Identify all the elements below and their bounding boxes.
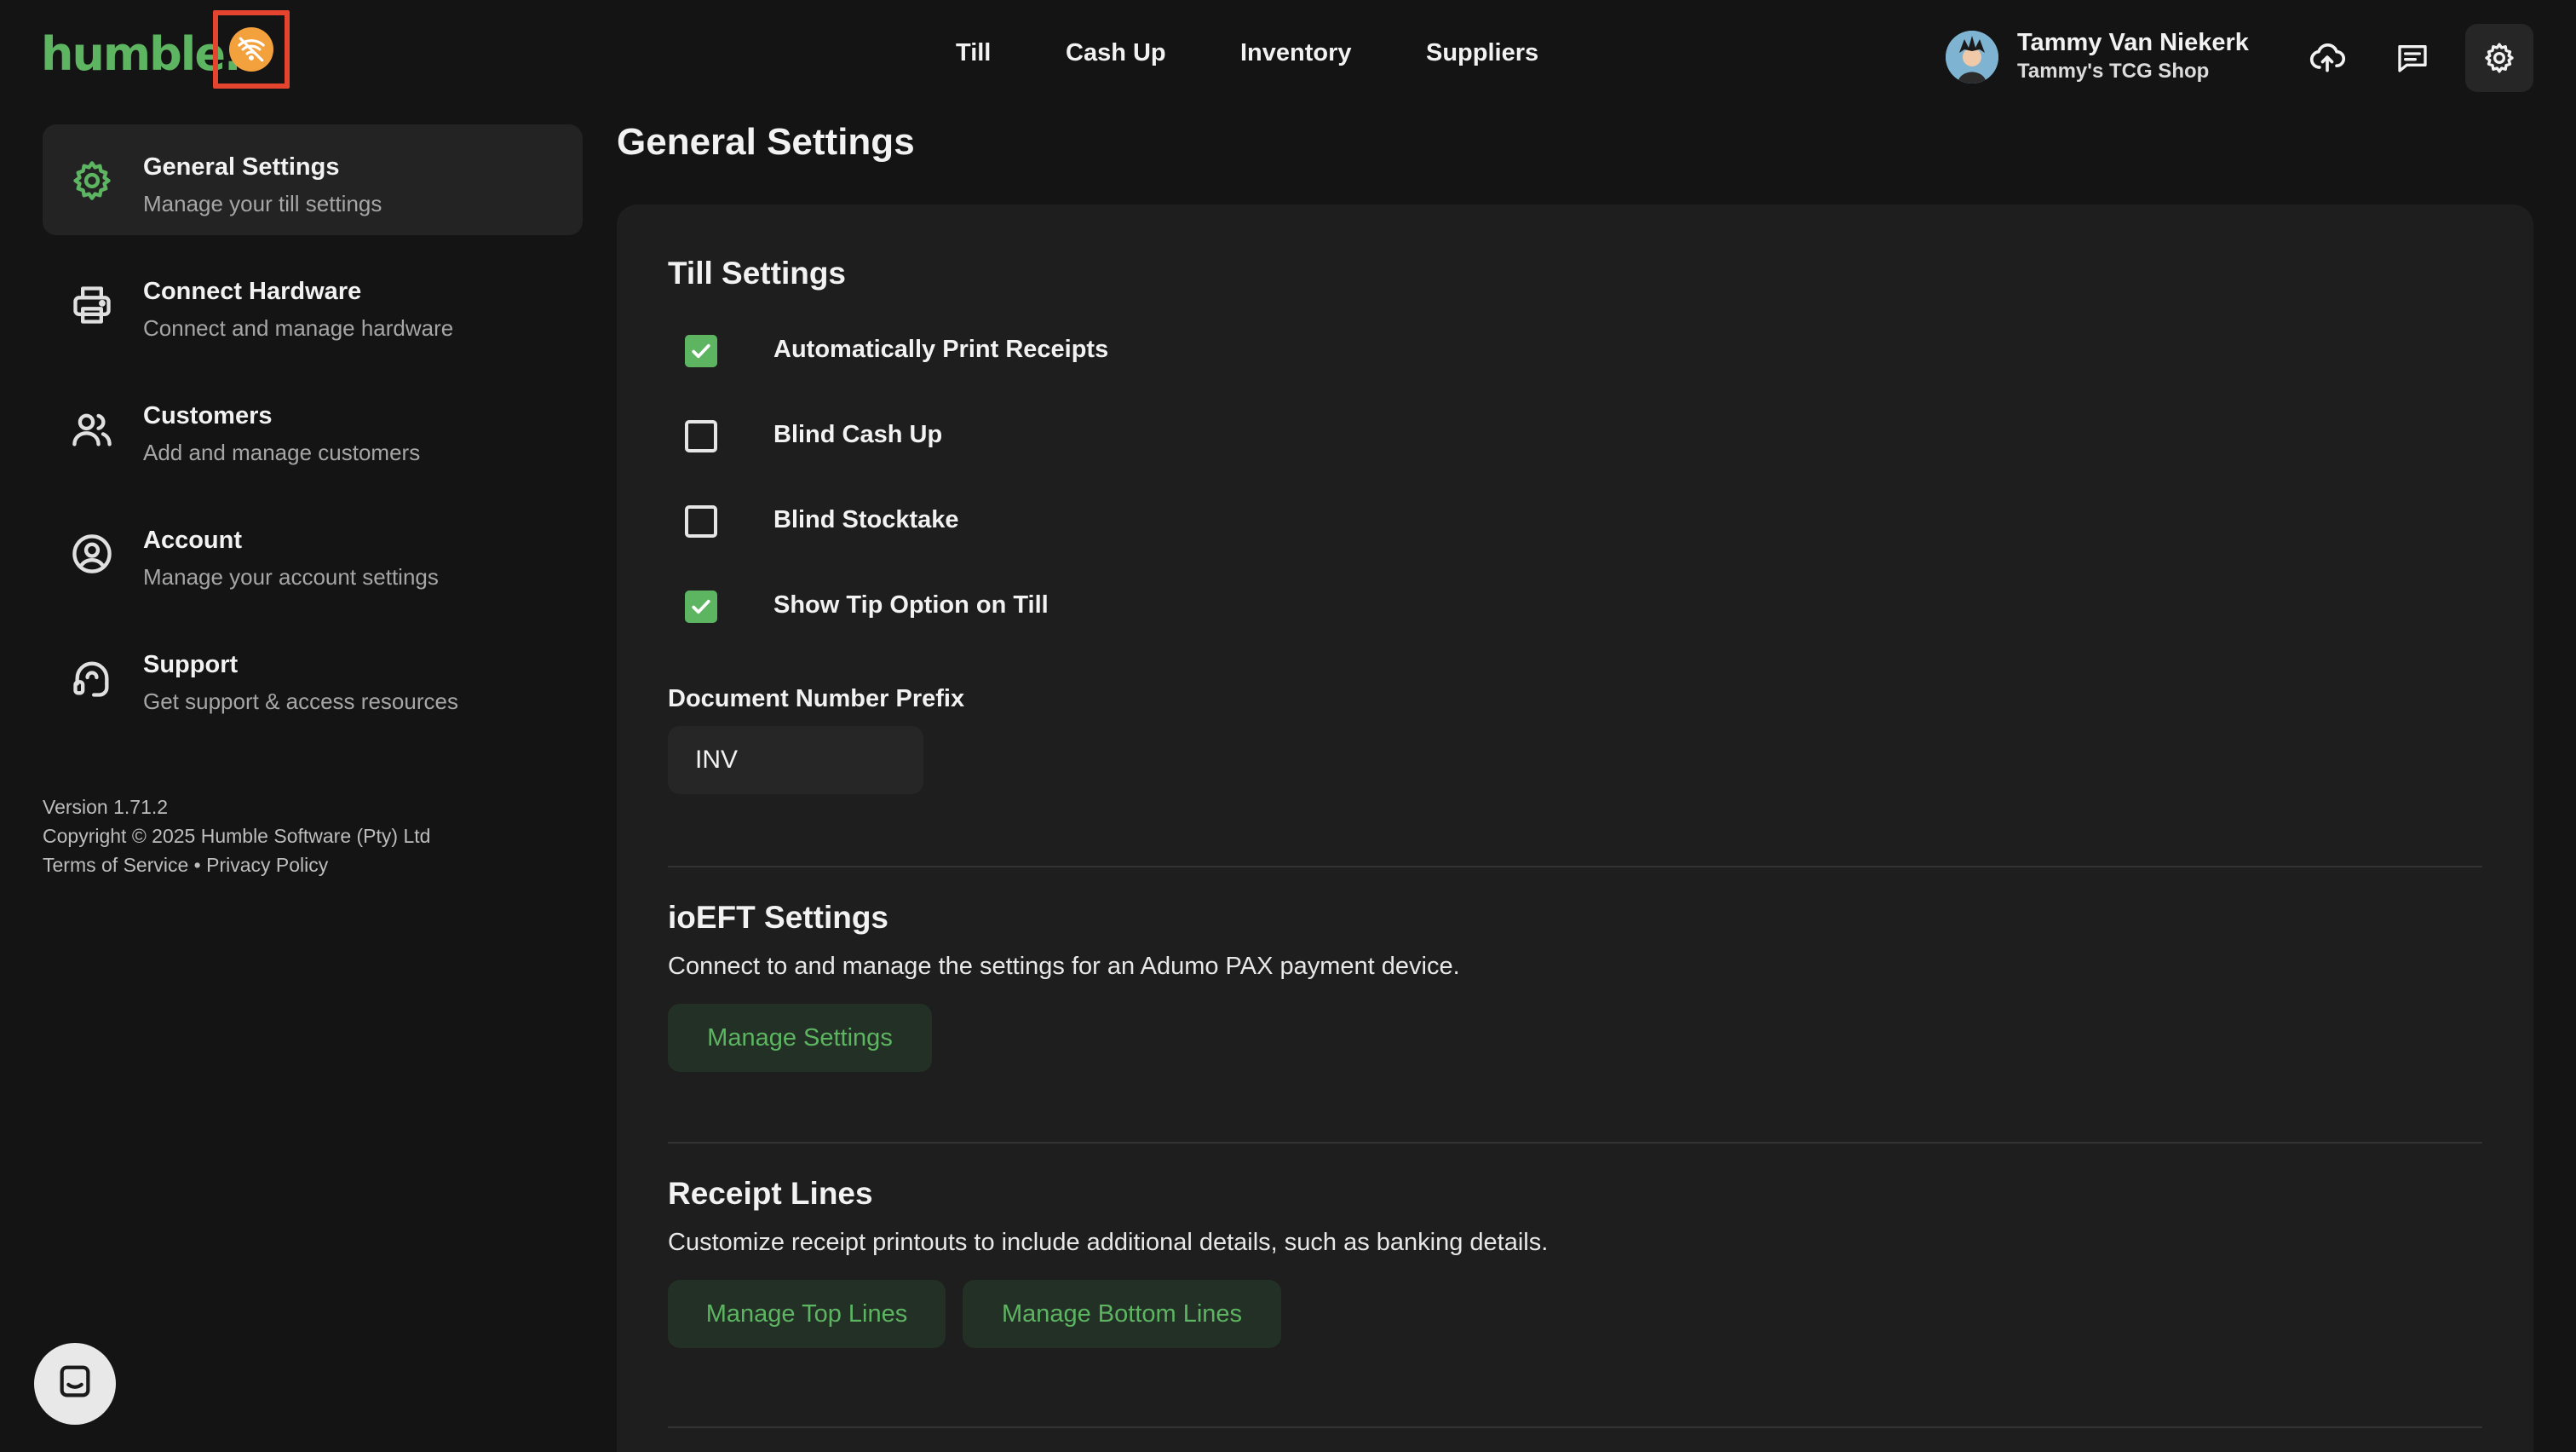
ioeft-settings-title: ioEFT Settings	[668, 900, 888, 935]
manage-bottom-lines-button[interactable]: Manage Bottom Lines	[963, 1280, 1281, 1348]
option-blind-cash-up[interactable]: Blind Cash Up	[685, 419, 942, 453]
version-text: Version 1.71.2	[43, 796, 169, 818]
sidebar-item-connect-hardware[interactable]: Connect Hardware Connect and manage hard…	[43, 249, 583, 360]
option-label: Blind Stocktake	[773, 506, 959, 533]
chat-icon	[55, 1363, 95, 1406]
user-circle-icon	[66, 528, 118, 579]
manage-top-lines-button[interactable]: Manage Top Lines	[668, 1280, 946, 1348]
checkbox-checked[interactable]	[685, 591, 717, 623]
nav-suppliers[interactable]: Suppliers	[1426, 39, 1538, 67]
avatar	[1946, 31, 1998, 84]
sidebar-item-general-settings[interactable]: General Settings Manage your till settin…	[43, 124, 583, 235]
sidebar-item-subtitle: Manage your account settings	[143, 564, 439, 590]
top-bar: humble. Till Cash Up Inventory Suppliers	[0, 0, 2576, 118]
option-label: Automatically Print Receipts	[773, 336, 1109, 363]
legal-links: Terms of Service • Privacy Policy	[43, 850, 430, 879]
sidebar-item-subtitle: Manage your till settings	[143, 191, 382, 216]
connection-status-indicator[interactable]	[213, 10, 290, 89]
option-label: Show Tip Option on Till	[773, 591, 1049, 619]
cloud-upload-icon[interactable]	[2300, 31, 2355, 85]
sidebar-item-title: Account	[143, 527, 242, 554]
sidebar-item-title: Customers	[143, 402, 273, 429]
option-auto-print-receipts[interactable]: Automatically Print Receipts	[685, 334, 1108, 368]
document-prefix-input[interactable]	[668, 726, 923, 794]
copyright-text: Copyright © 2025 Humble Software (Pty) L…	[43, 825, 431, 847]
ioeft-description: Connect to and manage the settings for a…	[668, 953, 1460, 980]
sidebar-item-title: General Settings	[143, 153, 340, 181]
nav-inventory[interactable]: Inventory	[1240, 39, 1352, 67]
sidebar-item-title: Connect Hardware	[143, 278, 362, 305]
checkbox-unchecked[interactable]	[685, 420, 717, 452]
terms-link[interactable]: Terms of Service	[43, 854, 188, 876]
prefix-field-label: Document Number Prefix	[668, 685, 965, 712]
printer-icon	[66, 279, 118, 331]
nav-cash-up[interactable]: Cash Up	[1066, 39, 1166, 67]
settings-card: Till Settings Automatically Print Receip…	[617, 205, 2533, 1452]
user-name: Tammy Van Niekerk	[2017, 29, 2249, 56]
section-divider	[668, 1426, 2482, 1428]
sidebar-item-subtitle: Add and manage customers	[143, 440, 421, 465]
privacy-link[interactable]: Privacy Policy	[206, 854, 328, 876]
option-show-tip[interactable]: Show Tip Option on Till	[685, 590, 1049, 624]
section-divider	[668, 1142, 2482, 1144]
sidebar-item-subtitle: Get support & access resources	[143, 689, 458, 714]
user-profile[interactable]: Tammy Van Niekerk Tammy's TCG Shop	[1946, 27, 2269, 87]
receipt-lines-description: Customize receipt printouts to include a…	[668, 1229, 1549, 1256]
manage-settings-button[interactable]: Manage Settings	[668, 1004, 932, 1072]
gear-icon	[66, 155, 118, 206]
message-icon[interactable]	[2385, 31, 2440, 85]
gear-icon[interactable]	[2465, 24, 2533, 92]
headset-icon	[66, 653, 118, 704]
wifi-off-icon	[229, 27, 273, 72]
settings-sidebar: General Settings Manage your till settin…	[0, 118, 613, 1452]
nav-till[interactable]: Till	[956, 39, 991, 67]
chat-launcher-button[interactable]	[34, 1343, 116, 1425]
receipt-lines-title: Receipt Lines	[668, 1176, 873, 1211]
checkbox-checked[interactable]	[685, 335, 717, 367]
user-shop: Tammy's TCG Shop	[2017, 60, 2210, 83]
sidebar-item-account[interactable]: Account Manage your account settings	[43, 498, 583, 608]
sidebar-item-support[interactable]: Support Get support & access resources	[43, 622, 583, 733]
option-label: Blind Cash Up	[773, 421, 943, 448]
section-divider	[668, 866, 2482, 867]
users-icon	[66, 404, 118, 455]
checkbox-unchecked[interactable]	[685, 505, 717, 538]
option-blind-stocktake[interactable]: Blind Stocktake	[685, 504, 959, 539]
sidebar-item-subtitle: Connect and manage hardware	[143, 315, 454, 341]
sidebar-item-title: Support	[143, 651, 239, 678]
page-title: General Settings	[617, 121, 915, 163]
sidebar-item-customers[interactable]: Customers Add and manage customers	[43, 373, 583, 484]
sidebar-footer: Version 1.71.2 Copyright © 2025 Humble S…	[43, 792, 430, 879]
link-separator: •	[193, 854, 201, 876]
humble-logo[interactable]: humble.	[41, 27, 241, 81]
till-settings-title: Till Settings	[668, 256, 847, 291]
